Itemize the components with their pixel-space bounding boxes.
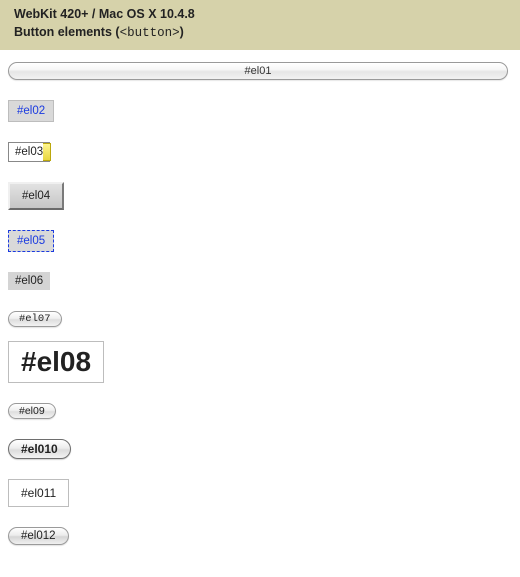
- button-el09[interactable]: #el09: [8, 403, 56, 419]
- header-line-2-tag: <button>: [120, 26, 180, 40]
- button-el07-label: #el07: [19, 313, 51, 325]
- button-el08[interactable]: #el08: [8, 341, 104, 383]
- button-el06[interactable]: #el06: [8, 272, 50, 290]
- button-el01-label: #el01: [245, 65, 272, 77]
- header-line-2-post: ): [180, 25, 184, 39]
- button-el010[interactable]: #el010: [8, 439, 71, 459]
- button-el09-label: #el09: [19, 405, 45, 417]
- button-el03[interactable]: #el03: [8, 142, 50, 162]
- button-el011-label: #el011: [21, 486, 56, 500]
- button-el012[interactable]: #el012: [8, 527, 69, 545]
- header-line-1: WebKit 420+ / Mac OS X 10.4.8: [14, 6, 506, 24]
- button-el011[interactable]: #el011: [8, 479, 69, 507]
- header-line-2-pre: Button elements (: [14, 25, 120, 39]
- button-el04[interactable]: #el04: [8, 182, 64, 210]
- header-line-2: Button elements (<button>): [14, 24, 506, 43]
- header-bar: WebKit 420+ / Mac OS X 10.4.8 Button ele…: [0, 0, 520, 50]
- button-el07[interactable]: #el07: [8, 311, 62, 327]
- button-el01[interactable]: #el01: [8, 62, 508, 80]
- button-el02-label: #el02: [17, 105, 45, 117]
- button-el05-label: #el05: [17, 235, 45, 247]
- button-el06-label: #el06: [15, 275, 43, 287]
- button-el010-label: #el010: [21, 442, 58, 456]
- button-el012-label: #el012: [21, 530, 56, 542]
- button-el02[interactable]: #el02: [8, 100, 54, 122]
- button-el03-label: #el03: [15, 146, 43, 158]
- button-el08-label: #el08: [21, 346, 91, 377]
- button-el04-label: #el04: [22, 190, 50, 202]
- button-el05[interactable]: #el05: [8, 230, 54, 252]
- content-area: #el01 #el02 #el03 #el04 #el05 #el06 #el0…: [0, 50, 520, 577]
